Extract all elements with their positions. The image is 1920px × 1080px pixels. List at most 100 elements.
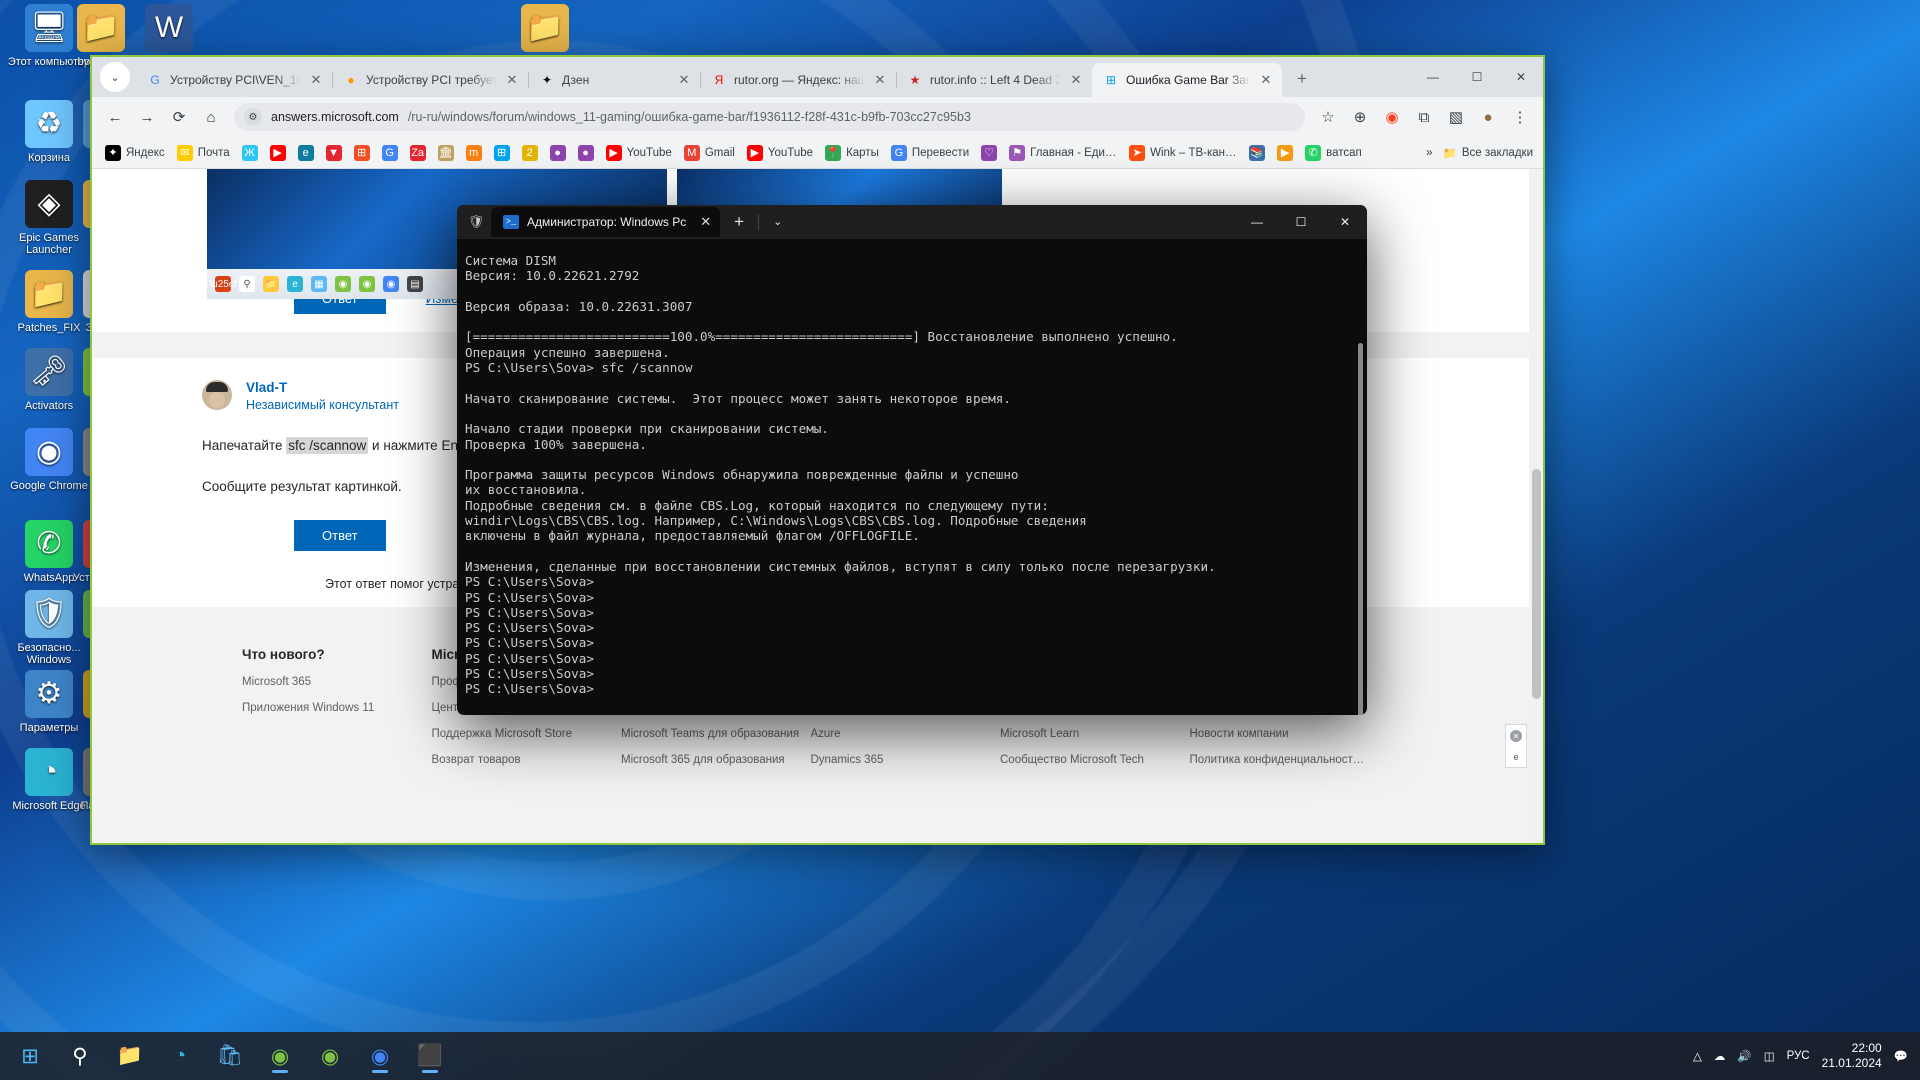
- close-icon[interactable]: ✕: [1510, 730, 1522, 742]
- terminal-scrollbar-thumb[interactable]: [1358, 343, 1363, 715]
- bookmark-item[interactable]: ✦ Яндекс: [100, 142, 170, 164]
- bookmark-item[interactable]: ✆ ватсап: [1300, 142, 1367, 164]
- footer-link[interactable]: Поддержка Microsoft Store: [432, 728, 612, 740]
- eset2-button[interactable]: ◉: [308, 1036, 352, 1076]
- footer-link[interactable]: Azure: [811, 728, 991, 740]
- file-explorer-button[interactable]: 📁: [108, 1036, 152, 1076]
- taskbar-language[interactable]: РУС: [1787, 1050, 1810, 1062]
- bookmark-item[interactable]: G: [377, 142, 403, 164]
- footer-link[interactable]: Microsoft 365 для образования: [621, 754, 801, 766]
- footer-link[interactable]: Microsoft Learn: [1000, 728, 1180, 740]
- bookmark-item[interactable]: ▶: [1272, 142, 1298, 164]
- browser-tab-close-icon[interactable]: ✕: [1258, 72, 1274, 88]
- browser-tab-close-icon[interactable]: ✕: [308, 72, 324, 88]
- bookmark-item[interactable]: ⊞: [489, 142, 515, 164]
- chrome-menu-icon[interactable]: ⋮: [1505, 102, 1535, 132]
- page-side-widget[interactable]: ✕ e: [1505, 724, 1527, 768]
- eset-button[interactable]: ◉: [258, 1036, 302, 1076]
- chrome-button[interactable]: ◉: [358, 1036, 402, 1076]
- bookmarks-overflow-button[interactable]: »: [1426, 147, 1432, 159]
- terminal-maximize-button[interactable]: ☐: [1279, 205, 1323, 239]
- footer-link[interactable]: Microsoft Teams для образования: [621, 728, 801, 740]
- footer-link[interactable]: Microsoft 365: [242, 676, 422, 688]
- bookmark-item[interactable]: ▶: [265, 142, 291, 164]
- terminal-dropdown-button[interactable]: ⌄: [758, 214, 782, 230]
- browser-tab[interactable]: Яrutor.org — Яндекс: нашлось 6 ✕: [700, 63, 897, 97]
- browser-tab[interactable]: ⊞ Ошибка Game Bar Запись Экр ✕: [1092, 63, 1282, 97]
- browser-tab[interactable]: ✦ Дзен ✕: [528, 63, 701, 97]
- edge-copilot-icon[interactable]: e: [1513, 752, 1518, 762]
- browser-tab[interactable]: ★ rutor.info :: Left 4 Dead 2 [v 2.2 ✕: [896, 63, 1093, 97]
- forward-button[interactable]: →: [132, 102, 162, 132]
- bookmark-item[interactable]: ▼: [321, 142, 347, 164]
- browser-close-button[interactable]: ✕: [1499, 61, 1543, 93]
- bookmark-item[interactable]: ⊞: [349, 142, 375, 164]
- terminal-tab-close-icon[interactable]: ✕: [700, 214, 711, 230]
- search-button[interactable]: ⚲: [58, 1036, 102, 1076]
- bookmark-item[interactable]: G Перевести: [886, 142, 974, 164]
- browser-maximize-button[interactable]: ☐: [1455, 61, 1499, 93]
- terminal-minimize-button[interactable]: —: [1235, 205, 1279, 239]
- new-tab-button[interactable]: +: [1288, 65, 1316, 93]
- translate-icon[interactable]: ⊕: [1345, 102, 1375, 132]
- answer-button-bottom[interactable]: Ответ: [294, 520, 386, 551]
- bookmark-item[interactable]: ♡: [976, 142, 1002, 164]
- browser-tab-close-icon[interactable]: ✕: [676, 72, 692, 88]
- author-name[interactable]: Vlad-T: [246, 380, 399, 395]
- terminal-tab[interactable]: >_ Администратор: Windows Pc ✕: [491, 207, 721, 237]
- start-button[interactable]: ⊞: [8, 1036, 52, 1076]
- extension-opera-icon[interactable]: ◉: [1377, 102, 1407, 132]
- home-button[interactable]: ⌂: [196, 102, 226, 132]
- bookmark-item[interactable]: ➤ Wink – ТВ-каналы,...: [1124, 142, 1242, 164]
- all-bookmarks-button[interactable]: 📁 Все закладки: [1443, 146, 1533, 160]
- terminal-button[interactable]: ⬛: [408, 1036, 452, 1076]
- terminal-new-tab-button[interactable]: +: [734, 212, 744, 232]
- extension-icon[interactable]: ⧉: [1409, 102, 1439, 132]
- tray-chevron-icon[interactable]: △: [1693, 1049, 1702, 1063]
- store-button[interactable]: 🛍: [208, 1036, 252, 1076]
- bookmark-item[interactable]: 🏛: [433, 142, 459, 164]
- bookmark-item[interactable]: ●: [545, 142, 571, 164]
- footer-link[interactable]: Сообщество Microsoft Tech: [1000, 754, 1180, 766]
- terminal-close-button[interactable]: ✕: [1323, 205, 1367, 239]
- footer-link[interactable]: Возврат товаров: [432, 754, 612, 766]
- notification-center-icon[interactable]: 💬: [1894, 1049, 1908, 1063]
- browser-tab-close-icon[interactable]: ✕: [504, 72, 520, 88]
- tray-volume-icon[interactable]: 🔊: [1737, 1049, 1751, 1063]
- bookmark-item[interactable]: 2: [517, 142, 543, 164]
- reload-button[interactable]: ⟳: [164, 102, 194, 132]
- bookmark-item[interactable]: 📍 Карты: [820, 142, 884, 164]
- bookmark-item[interactable]: e: [293, 142, 319, 164]
- site-settings-icon[interactable]: ⚙: [244, 108, 262, 126]
- bookmark-item[interactable]: ▶ YouTube: [742, 142, 818, 164]
- terminal-output-area[interactable]: Система DISM Версия: 10.0.22621.2792 Вер…: [457, 239, 1367, 715]
- desktop-icon[interactable]: 📁: [500, 4, 590, 56]
- page-scrollbar-thumb[interactable]: [1532, 469, 1541, 699]
- browser-tab[interactable]: ● Устройству PCI требуется даль ✕: [332, 63, 529, 97]
- bookmark-item[interactable]: Za: [405, 142, 431, 164]
- bookmark-item[interactable]: ▶ YouTube: [601, 142, 677, 164]
- browser-tab-close-icon[interactable]: ✕: [1068, 72, 1084, 88]
- bookmark-item[interactable]: M Gmail: [679, 142, 740, 164]
- browser-tab-close-icon[interactable]: ✕: [872, 72, 888, 88]
- bookmark-item[interactable]: Ж: [237, 142, 263, 164]
- bookmark-star-icon[interactable]: ☆: [1313, 102, 1343, 132]
- browser-tab[interactable]: G Устройству PCI\VEN_1002&DE ✕: [136, 63, 333, 97]
- back-button[interactable]: ←: [100, 102, 130, 132]
- footer-link[interactable]: Приложения Windows 11: [242, 702, 422, 714]
- bookmark-item[interactable]: ⚑ Главная - Единый...: [1004, 142, 1122, 164]
- bookmark-item[interactable]: ✉ Почта: [172, 142, 235, 164]
- bookmark-item[interactable]: ●: [573, 142, 599, 164]
- tray-network-icon[interactable]: ◫: [1764, 1049, 1775, 1063]
- page-scrollbar[interactable]: [1529, 169, 1543, 843]
- address-bar[interactable]: ⚙ answers.microsoft.com/ru-ru/windows/fo…: [234, 103, 1305, 131]
- browser-minimize-button[interactable]: —: [1411, 61, 1455, 93]
- bookmark-item[interactable]: 📚: [1244, 142, 1270, 164]
- sidepanel-icon[interactable]: ▧: [1441, 102, 1471, 132]
- footer-link[interactable]: Новости компании: [1190, 728, 1370, 740]
- tab-search-icon[interactable]: ⌄: [100, 62, 130, 92]
- tray-onedrive-icon[interactable]: ☁: [1714, 1049, 1726, 1063]
- footer-link[interactable]: Политика конфиденциальности Майкрософт: [1190, 754, 1370, 766]
- profile-avatar[interactable]: ●: [1473, 102, 1503, 132]
- taskbar-clock[interactable]: 22:00 21.01.2024: [1822, 1041, 1882, 1071]
